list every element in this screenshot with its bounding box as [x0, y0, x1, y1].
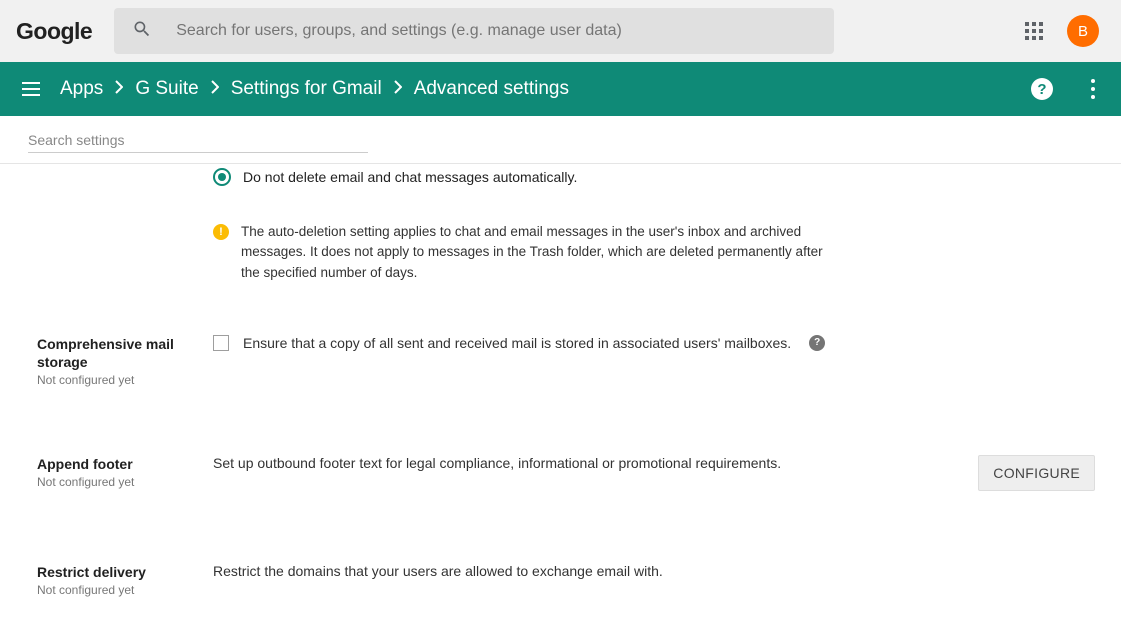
chevron-right-icon [394, 78, 402, 100]
comprehensive-status: Not configured yet [37, 373, 213, 387]
configure-button[interactable]: CONFIGURE [978, 455, 1095, 491]
breadcrumb-bar: Apps G Suite Settings for Gmail Advanced… [0, 62, 1121, 116]
menu-hamburger-icon[interactable] [22, 82, 42, 96]
restrict-delivery-title: Restrict delivery [37, 563, 213, 581]
chevron-right-icon [115, 78, 123, 100]
more-menu-icon[interactable] [1087, 75, 1099, 103]
append-footer-section: Append footer Not configured yet Set up … [0, 407, 1121, 511]
comprehensive-checkbox-label: Ensure that a copy of all sent and recei… [243, 335, 791, 351]
global-search-bar[interactable] [114, 8, 834, 54]
global-search-input[interactable] [176, 22, 816, 40]
search-icon [132, 19, 152, 44]
restrict-delivery-status: Not configured yet [37, 583, 213, 597]
radio-selected-icon [213, 168, 231, 186]
auto-delete-radio-label: Do not delete email and chat messages au… [243, 169, 577, 185]
append-footer-description: Set up outbound footer text for legal co… [213, 455, 951, 471]
auto-delete-section: Do not delete email and chat messages au… [0, 164, 1121, 303]
comprehensive-title: Comprehensive mail storage [37, 335, 213, 371]
chevron-right-icon [211, 78, 219, 100]
auto-delete-radio-option[interactable]: Do not delete email and chat messages au… [213, 168, 951, 186]
search-settings-row [0, 116, 1121, 164]
breadcrumb-settings-gmail[interactable]: Settings for Gmail [231, 78, 382, 100]
breadcrumb: Apps G Suite Settings for Gmail Advanced… [60, 78, 569, 100]
user-avatar[interactable]: B [1067, 15, 1099, 47]
breadcrumb-advanced[interactable]: Advanced settings [414, 78, 569, 100]
help-tooltip-icon[interactable]: ? [809, 335, 825, 351]
warning-icon: ! [213, 224, 229, 240]
breadcrumb-apps[interactable]: Apps [60, 78, 103, 100]
restrict-delivery-description: Restrict the domains that your users are… [213, 563, 951, 579]
append-footer-status: Not configured yet [37, 475, 213, 489]
comprehensive-storage-section: Comprehensive mail storage Not configure… [0, 303, 1121, 407]
comprehensive-checkbox[interactable] [213, 335, 229, 351]
auto-delete-info: ! The auto-deletion setting applies to c… [213, 222, 951, 283]
search-settings-input[interactable] [28, 128, 368, 153]
settings-content: Do not delete email and chat messages au… [0, 164, 1121, 617]
breadcrumb-gsuite[interactable]: G Suite [135, 78, 198, 100]
apps-grid-icon[interactable] [1025, 22, 1043, 40]
help-icon[interactable]: ? [1031, 78, 1053, 100]
google-logo: Google [16, 18, 92, 45]
top-header: Google B [0, 0, 1121, 62]
append-footer-title: Append footer [37, 455, 213, 473]
auto-delete-info-text: The auto-deletion setting applies to cha… [241, 222, 831, 283]
restrict-delivery-section: Restrict delivery Not configured yet Res… [0, 511, 1121, 617]
